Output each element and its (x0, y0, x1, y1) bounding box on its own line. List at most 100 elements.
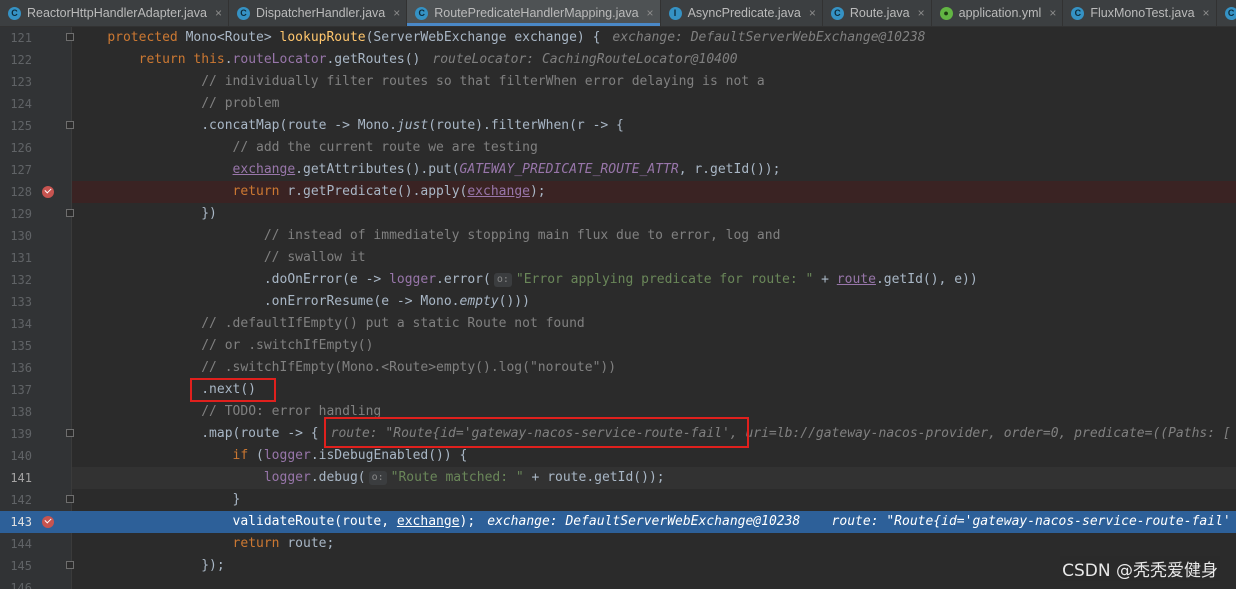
code-line[interactable]: 135 // or .switchIfEmpty() (0, 335, 1236, 357)
code-line[interactable]: 121 protected Mono<Route> lookupRoute(Se… (0, 27, 1236, 49)
line-gutter[interactable]: 126 (0, 137, 72, 159)
line-gutter[interactable]: 144 (0, 533, 72, 555)
code-line[interactable]: 137 .next() (0, 379, 1236, 401)
line-gutter[interactable]: 128 (0, 181, 72, 203)
code-line[interactable]: 141 logger.debug(o: "Route matched: " + r… (0, 467, 1236, 489)
close-tab-icon[interactable]: × (393, 6, 400, 20)
fold-marker-icon[interactable] (66, 561, 74, 569)
line-gutter[interactable]: 146 (0, 577, 72, 589)
code-text: return this.routeLocator.getRoutes() rout… (76, 49, 738, 71)
java-class-icon: C (830, 6, 844, 20)
line-gutter[interactable]: 134 (0, 313, 72, 335)
fold-marker-icon[interactable] (66, 121, 74, 129)
code-text: // problem (76, 93, 279, 115)
editor-tab-6[interactable]: ● application.yml × (932, 0, 1064, 26)
code-line[interactable]: 132 .doOnError(e -> logger.error(o: "Erro… (0, 269, 1236, 291)
breakpoint-icon[interactable] (42, 186, 54, 198)
line-gutter[interactable]: 145 (0, 555, 74, 577)
code-token: ); (529, 184, 546, 199)
editor-tab-5[interactable]: C Route.java × (823, 0, 932, 26)
code-editor[interactable]: 121 protected Mono<Route> lookupRoute(Se… (0, 27, 1236, 589)
code-line[interactable]: 145 }); (0, 555, 1236, 577)
code-line[interactable]: 133 .onErrorResume(e -> Mono.empty())) (0, 291, 1236, 313)
code-line[interactable]: 140 if (logger.isDebugEnabled()) { (0, 445, 1236, 467)
code-line[interactable]: 144 return route; (0, 533, 1236, 555)
line-number: 134 (10, 317, 32, 331)
editor-tab-1[interactable]: C ReactorHttpHandlerAdapter.java × (0, 0, 229, 26)
editor-tab-4[interactable]: I AsyncPredicate.java × (661, 0, 823, 26)
code-line[interactable]: 123 // individually filter routes so tha… (0, 71, 1236, 93)
line-gutter[interactable]: 125 (0, 115, 74, 137)
line-number: 131 (10, 251, 32, 265)
line-gutter[interactable]: 130 (0, 225, 72, 247)
line-gutter[interactable]: 124 (0, 93, 72, 115)
line-gutter[interactable]: 137 (0, 379, 72, 401)
code-line[interactable]: 131 // swallow it (0, 247, 1236, 269)
code-line[interactable]: 124 // problem (0, 93, 1236, 115)
line-gutter[interactable]: 133 (0, 291, 72, 313)
close-tab-icon[interactable]: × (647, 6, 654, 20)
close-tab-icon[interactable]: × (1203, 6, 1210, 20)
code-line[interactable]: 128 return r.getPredicate().apply(exchan… (0, 181, 1236, 203)
editor-tab-2[interactable]: C DispatcherHandler.java × (229, 0, 408, 26)
code-token: + route.getId()); (523, 470, 665, 485)
fold-marker-icon[interactable] (66, 429, 74, 437)
code-line[interactable]: 129 }) (0, 203, 1236, 225)
code-line[interactable]: 142 } (0, 489, 1236, 511)
line-gutter[interactable]: 140 (0, 445, 72, 467)
fold-marker-icon[interactable] (66, 33, 74, 41)
line-gutter[interactable]: 131 (0, 247, 72, 269)
code-token: empty (459, 294, 499, 309)
line-gutter[interactable]: 136 (0, 357, 72, 379)
code-line[interactable]: 136 // .switchIfEmpty(Mono.<Route>empty(… (0, 357, 1236, 379)
line-gutter[interactable]: 139 (0, 423, 74, 445)
line-gutter[interactable]: 141 (0, 467, 72, 489)
line-gutter[interactable]: 123 (0, 71, 72, 93)
line-gutter[interactable]: 132 (0, 269, 72, 291)
code-line[interactable]: 143 validateRoute(route, exchange); excha… (0, 511, 1236, 533)
fold-marker-icon[interactable] (66, 495, 74, 503)
close-tab-icon[interactable]: × (809, 6, 816, 20)
editor-tab-7[interactable]: C FluxMonoTest.java × (1063, 0, 1217, 26)
close-tab-icon[interactable]: × (215, 6, 222, 20)
code-text: }) (76, 203, 217, 225)
code-token: // instead of immediately stopping main … (263, 228, 781, 243)
code-line[interactable]: 127 exchange.getAttributes().put(GATEWAY… (0, 159, 1236, 181)
line-gutter[interactable]: 143 (0, 511, 72, 533)
close-tab-icon[interactable]: × (918, 6, 925, 20)
line-number: 139 (10, 427, 32, 441)
editor-tab-label: FluxMonoTest.java (1090, 6, 1195, 20)
code-text: return route; (76, 533, 335, 555)
java-class-icon: C (1224, 6, 1236, 20)
close-tab-icon[interactable]: × (1049, 6, 1056, 20)
code-line[interactable]: 134 // .defaultIfEmpty() put a static Ro… (0, 313, 1236, 335)
code-line[interactable]: 122 return this.routeLocator.getRoutes()… (0, 49, 1236, 71)
code-token: // add the current route we are testing (232, 140, 538, 155)
line-gutter[interactable]: 122 (0, 49, 72, 71)
fold-marker-icon[interactable] (66, 209, 74, 217)
editor-tab-3[interactable]: C RoutePredicateHandlerMapping.java × (407, 0, 661, 26)
line-gutter[interactable]: 129 (0, 203, 74, 225)
breakpoint-icon[interactable] (42, 516, 54, 528)
editor-tab-label: RoutePredicateHandlerMapping.java (434, 6, 639, 20)
line-gutter[interactable]: 138 (0, 401, 72, 423)
line-gutter[interactable]: 121 (0, 27, 74, 49)
line-gutter[interactable]: 142 (0, 489, 74, 511)
line-number: 144 (10, 537, 32, 551)
code-token: .doOnError(e -> (76, 272, 390, 287)
code-line[interactable]: 125 .concatMap(route -> Mono.just(route)… (0, 115, 1236, 137)
line-gutter[interactable]: 127 (0, 159, 72, 181)
code-text: .onErrorResume(e -> Mono.empty())) (76, 291, 530, 313)
line-number: 142 (10, 493, 32, 507)
code-token: Mono<Route> (185, 30, 280, 45)
editor-tab-bar: C ReactorHttpHandlerAdapter.java × C Dispatc… (0, 0, 1236, 27)
code-line[interactable]: 146 (0, 577, 1236, 589)
editor-tab-8[interactable]: CSynchro (1217, 0, 1236, 26)
line-gutter[interactable]: 135 (0, 335, 72, 357)
code-text: } (76, 489, 241, 511)
code-token: .map(route -> { (76, 426, 319, 441)
code-line[interactable]: 130 // instead of immediately stopping m… (0, 225, 1236, 247)
code-line[interactable]: 126 // add the current route we are test… (0, 137, 1236, 159)
